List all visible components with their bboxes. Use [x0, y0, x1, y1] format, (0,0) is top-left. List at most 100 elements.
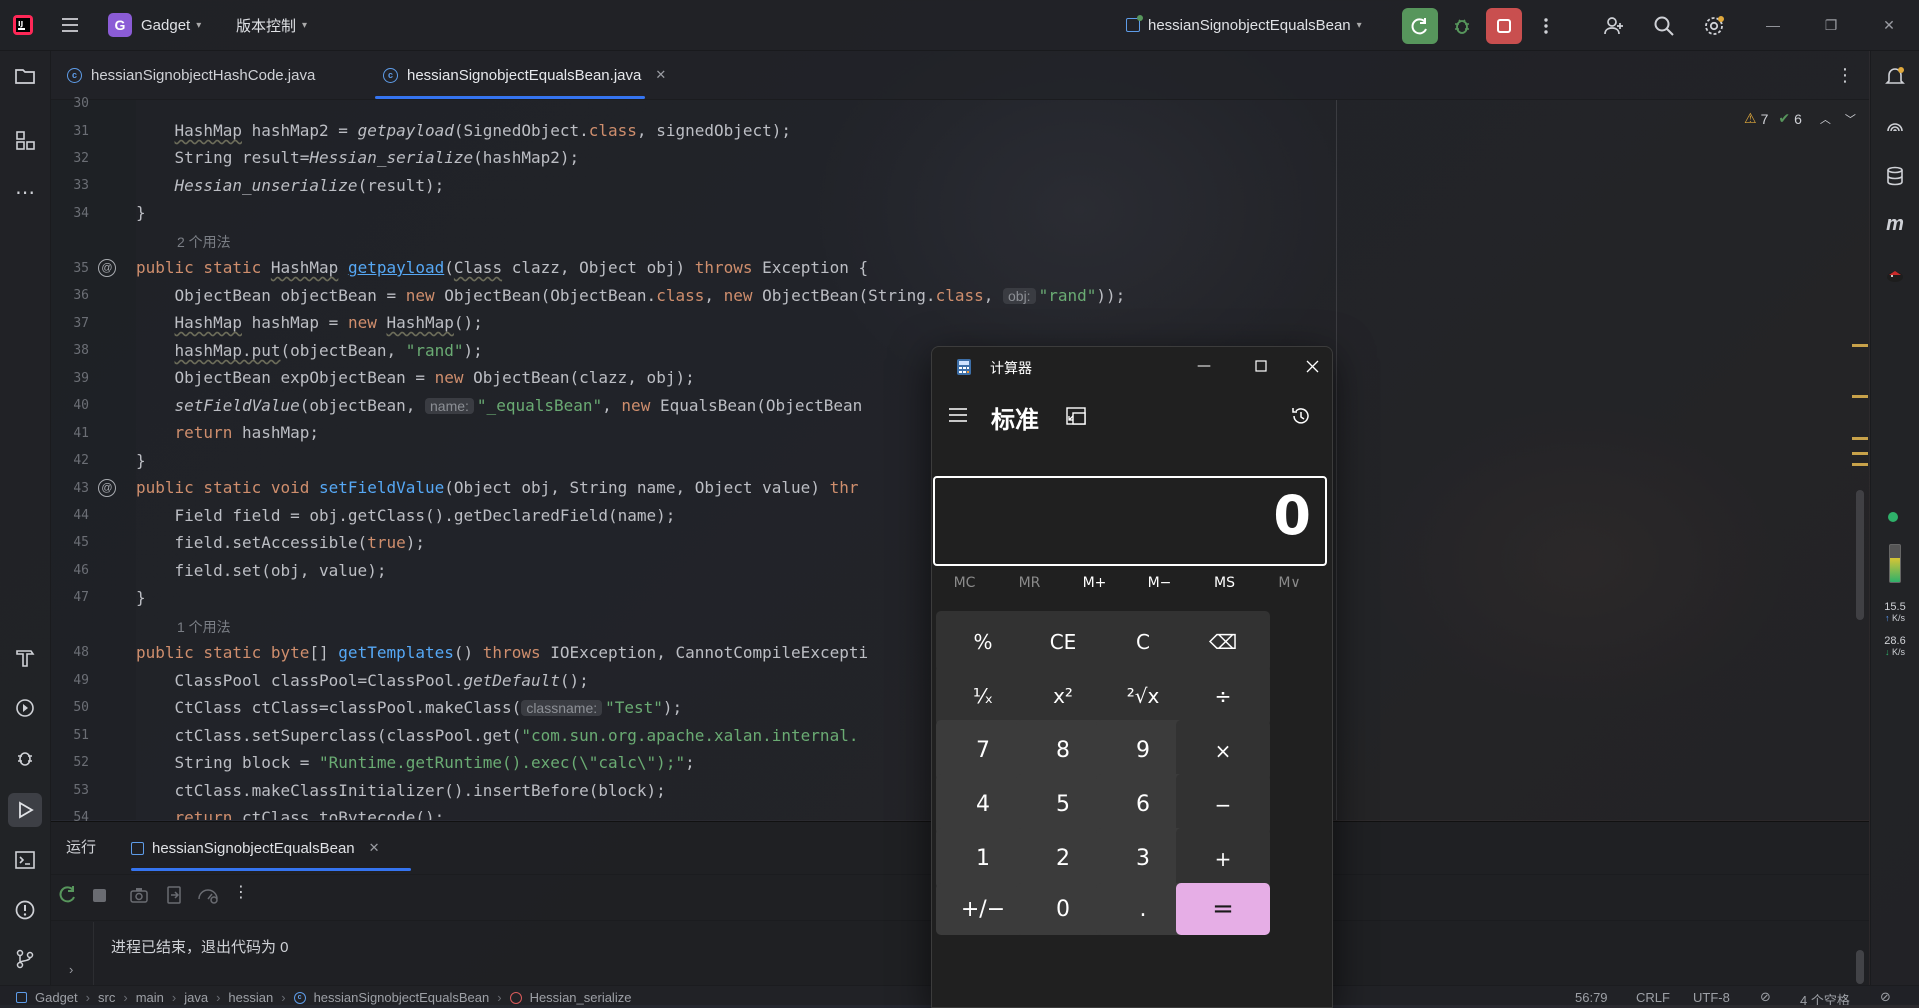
line-separator[interactable]: CRLF [1636, 990, 1670, 1005]
code-line: Hessian_unserialize(result); [174, 176, 445, 195]
calc-backspace-button[interactable]: ⌫ [1176, 611, 1270, 672]
camera-icon[interactable] [129, 885, 149, 905]
caret-position[interactable]: 56:79 [1575, 990, 1608, 1005]
more-actions-icon[interactable] [1528, 8, 1564, 44]
rerun-icon[interactable] [58, 884, 80, 906]
code-line: setFieldValue(objectBean, name: "_equalsB… [174, 396, 863, 415]
stop-icon[interactable] [93, 889, 106, 902]
main-menu-icon[interactable] [60, 0, 80, 50]
breadcrumb-item[interactable]: hessian [228, 990, 273, 1005]
tab-hashcode[interactable]: c hessianSignobjectHashCode.java [67, 51, 315, 99]
memory-gauge [1889, 544, 1901, 583]
breadcrumb-item[interactable]: Hessian_serialize [530, 990, 632, 1005]
add-user-icon[interactable] [1596, 8, 1632, 44]
code-line: public static byte[] getTemplates() thro… [136, 643, 869, 662]
debug-bug-icon[interactable] [12, 745, 38, 771]
calc-close-icon[interactable] [1296, 353, 1328, 379]
run-more-icon[interactable]: ⋮ [233, 882, 249, 902]
terminal-icon[interactable] [12, 847, 38, 873]
breadcrumb-item[interactable]: java [184, 990, 208, 1005]
maven-icon[interactable]: m [1882, 211, 1908, 237]
problems-icon[interactable] [12, 897, 38, 923]
app-logo-icon[interactable]: IJ [12, 0, 34, 50]
more-tools-icon[interactable]: ⋯ [12, 179, 38, 205]
line-number: 42 [73, 453, 89, 468]
search-icon[interactable] [1646, 8, 1682, 44]
run-config-selector[interactable]: hessianSignobjectEqualsBean ▾ [1126, 0, 1362, 50]
project-name: Gadget [141, 16, 191, 34]
usages-hint[interactable]: 2 个用法 [177, 232, 231, 252]
calc-plus-button[interactable]: + [1176, 828, 1270, 889]
stop-button[interactable] [1486, 8, 1522, 44]
plugin-bird-icon[interactable] [1882, 263, 1908, 289]
structure-icon[interactable] [12, 127, 38, 153]
calc-multiply-button[interactable]: × [1176, 720, 1270, 781]
calc-equals-button[interactable]: = [1176, 883, 1270, 935]
close-window-icon[interactable]: ✕ [1866, 0, 1912, 50]
implements-marker-icon[interactable]: @ [98, 259, 116, 277]
console-scrollbar[interactable] [1856, 950, 1864, 984]
breadcrumb-item[interactable]: src [98, 990, 115, 1005]
calc-display[interactable]: 0 [933, 476, 1327, 566]
param-hint: classname: [521, 700, 603, 716]
line-number: 44 [73, 508, 89, 523]
breadcrumb-item[interactable]: main [136, 990, 164, 1005]
lock-icon[interactable]: ⊘ [1880, 989, 1891, 1005]
calc-nav-menu-icon[interactable] [948, 407, 968, 423]
project-folder-icon[interactable] [12, 63, 38, 89]
export-icon[interactable] [164, 885, 184, 905]
calc-minus-button[interactable]: − [1176, 774, 1270, 835]
run-config-icon [131, 841, 144, 855]
calc-memory-recall-button[interactable]: MR [997, 575, 1062, 591]
line-number: 30 [73, 96, 89, 111]
rerun-button[interactable] [1402, 8, 1438, 44]
param-hint: name: [425, 398, 474, 414]
keep-on-top-icon[interactable] [1066, 407, 1086, 425]
database-icon[interactable] [1882, 163, 1908, 189]
history-icon[interactable] [1290, 405, 1312, 427]
calc-memory-list-button[interactable]: M∨ [1257, 575, 1322, 591]
maximize-window-icon[interactable]: ❐ [1808, 0, 1854, 50]
notifications-bell-icon[interactable] [1882, 63, 1908, 89]
chevron-up-icon[interactable]: ︿ [1820, 111, 1831, 127]
indent-setting[interactable]: 4 个空格 [1800, 990, 1850, 1005]
inspection-widget[interactable]: ⚠ 7 ✔ 6 ︿ ﹀ [1744, 110, 1856, 127]
debug-button[interactable] [1444, 8, 1480, 44]
services-icon[interactable] [12, 695, 38, 721]
calc-divide-button[interactable]: ÷ [1176, 665, 1270, 726]
vcs-menu[interactable]: 版本控制 ▾ [236, 0, 307, 50]
run-tool-icon[interactable] [8, 793, 42, 827]
scroll-marker [1852, 452, 1868, 455]
readonly-toggle-icon[interactable]: ⊘ [1760, 989, 1771, 1005]
profiler-icon[interactable] [197, 885, 219, 905]
console-output[interactable]: 进程已结束，退出代码为 0 [111, 936, 289, 957]
calc-memory-clear-button[interactable]: MC [932, 575, 997, 591]
project-selector[interactable]: G Gadget ▾ [108, 0, 201, 50]
build-hammer-icon[interactable] [12, 645, 38, 671]
tab-equalsbean[interactable]: c hessianSignobjectEqualsBean.java ✕ [383, 51, 666, 99]
editor-scrollbar[interactable] [1856, 490, 1864, 620]
file-encoding[interactable]: UTF-8 [1693, 990, 1730, 1005]
calc-minimize-icon[interactable]: — [1182, 353, 1226, 379]
breadcrumb-item[interactable]: hessianSignobjectEqualsBean [314, 990, 490, 1005]
code-line: public static HashMap getpayload(Class c… [136, 258, 869, 277]
close-tab-icon[interactable]: ✕ [369, 840, 380, 856]
right-margin-guide [1336, 100, 1337, 820]
usages-hint[interactable]: 1 个用法 [177, 617, 231, 637]
implements-marker-icon[interactable]: @ [98, 479, 116, 497]
settings-gear-icon[interactable] [1696, 8, 1732, 44]
minimize-window-icon[interactable]: — [1750, 0, 1796, 50]
git-branch-icon[interactable] [12, 946, 38, 972]
calc-maximize-icon[interactable] [1239, 353, 1283, 379]
chevron-down-icon[interactable]: ﹀ [1845, 111, 1856, 127]
calc-memory-subtract-button[interactable]: M− [1127, 575, 1192, 591]
ai-assistant-icon[interactable] [1882, 113, 1908, 139]
run-tab[interactable]: hessianSignobjectEqualsBean ✕ [131, 829, 380, 867]
calc-memory-add-button[interactable]: M+ [1062, 575, 1127, 591]
line-number: 40 [73, 398, 89, 413]
tab-options-icon[interactable]: ⋮ [1836, 65, 1854, 86]
breadcrumb-item[interactable]: Gadget [35, 990, 78, 1005]
close-tab-icon[interactable]: ✕ [655, 67, 666, 83]
calc-memory-store-button[interactable]: MS [1192, 575, 1257, 591]
chevron-right-icon[interactable]: › [69, 962, 73, 977]
